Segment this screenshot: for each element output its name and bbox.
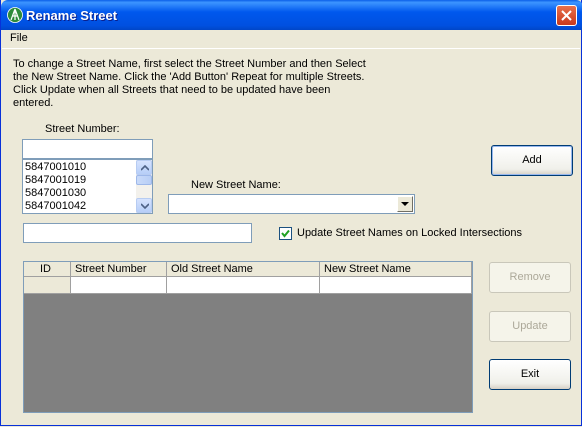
column-header-old-street-name[interactable]: Old Street Name [167, 262, 320, 277]
status-textbox[interactable] [23, 223, 252, 243]
row-selector[interactable] [24, 277, 71, 294]
street-number-label: Street Number: [45, 123, 120, 135]
column-header-street-number[interactable]: Street Number [71, 262, 167, 277]
chevron-down-icon [141, 203, 149, 209]
close-icon [561, 10, 572, 21]
new-street-name-dropdown[interactable] [168, 194, 415, 214]
column-header-new-street-name[interactable]: New Street Name [320, 262, 472, 277]
window-title: Rename Street [26, 8, 118, 23]
street-number-list[interactable]: 5847001010 5847001019 5847001030 5847001… [22, 159, 153, 214]
cell-street-number[interactable] [71, 277, 167, 294]
table-row[interactable] [24, 277, 472, 294]
app-icon [7, 7, 23, 23]
title-bar[interactable]: Rename Street [1, 0, 582, 30]
menu-bar: File [2, 30, 580, 49]
list-item[interactable]: 5847001010 [25, 161, 86, 174]
chevron-up-icon [141, 165, 149, 171]
dropdown-arrow-icon [401, 202, 409, 206]
close-button[interactable] [556, 5, 577, 26]
street-number-scrollbar[interactable] [136, 160, 152, 213]
scroll-thumb[interactable] [136, 175, 152, 185]
street-update-grid[interactable]: ID Street Number Old Street Name New Str… [23, 261, 473, 413]
remove-button[interactable]: Remove [489, 262, 571, 293]
scroll-up-button[interactable] [136, 160, 152, 175]
street-number-filter-input[interactable] [22, 139, 153, 159]
update-locked-label[interactable]: Update Street Names on Locked Intersecti… [297, 227, 522, 239]
rename-street-window: Rename Street File To change a Street Na… [0, 0, 582, 426]
dropdown-button[interactable] [397, 196, 413, 212]
list-item[interactable]: 5847001019 [25, 174, 86, 187]
checkmark-icon [281, 229, 290, 238]
update-button[interactable]: Update [489, 311, 571, 342]
grid-header: ID Street Number Old Street Name New Str… [24, 262, 472, 277]
add-button[interactable]: Add [491, 145, 573, 176]
menu-file[interactable]: File [10, 32, 28, 44]
column-header-id[interactable]: ID [24, 262, 71, 277]
update-locked-checkbox[interactable] [279, 227, 292, 240]
cell-old-street-name[interactable] [167, 277, 320, 294]
cell-new-street-name[interactable] [320, 277, 472, 294]
scroll-down-button[interactable] [136, 198, 152, 213]
list-item[interactable]: 5847001042 [25, 200, 86, 213]
list-item[interactable]: 5847001030 [25, 187, 86, 200]
exit-button[interactable]: Exit [489, 359, 571, 390]
new-street-name-label: New Street Name: [191, 179, 281, 191]
instructions-text: To change a Street Name, first select th… [13, 58, 366, 109]
